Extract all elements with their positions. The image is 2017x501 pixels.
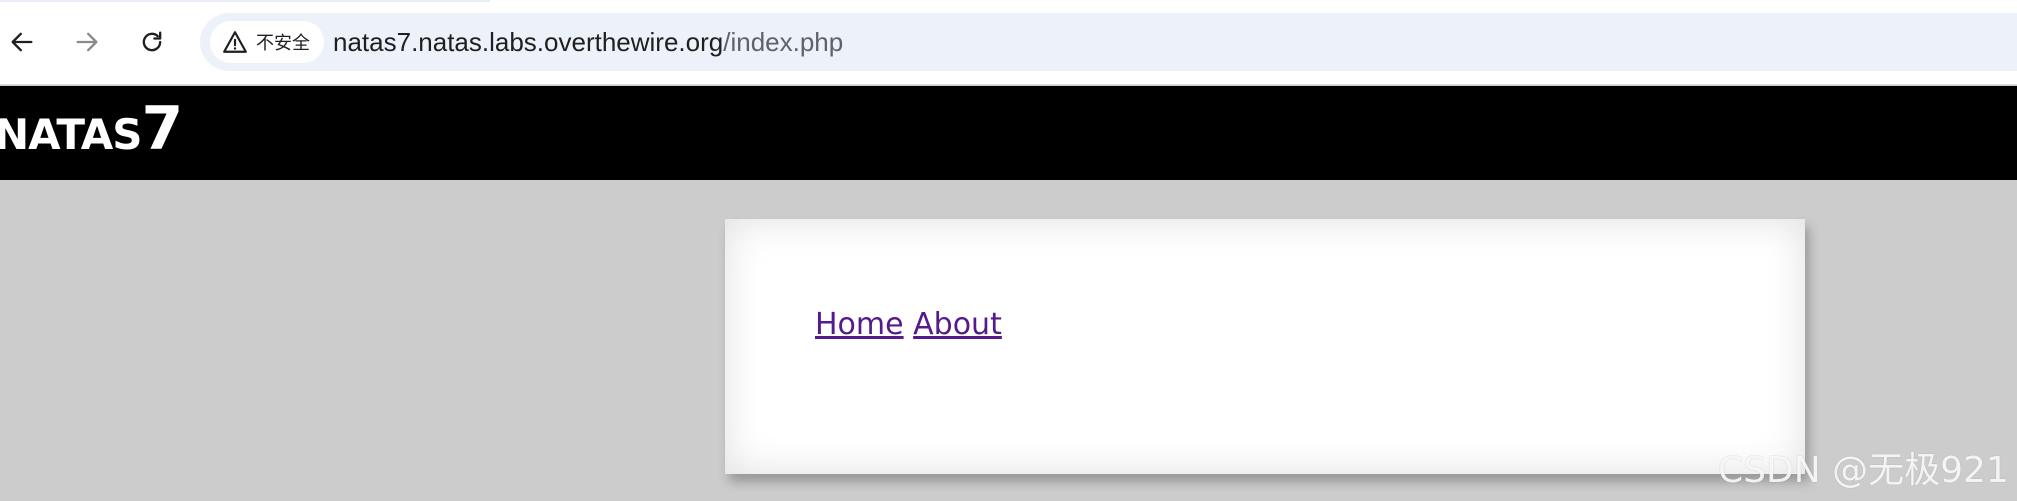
security-indicator[interactable]: 不安全 [210, 21, 324, 63]
forward-button[interactable] [67, 22, 107, 62]
arrow-right-icon [76, 32, 98, 52]
address-bar[interactable]: 不安全 natas7.natas.labs.overthewire.org/in… [200, 13, 2017, 71]
warning-icon [223, 31, 247, 53]
url-host: natas7.natas.labs.overthewire.org [333, 27, 724, 57]
arrow-left-icon [11, 32, 33, 52]
content-card: Home About [725, 219, 1805, 474]
about-link[interactable]: About [913, 307, 1002, 342]
security-label: 不安全 [256, 33, 310, 54]
tab-strip [0, 0, 490, 2]
site-header: NATAS7 [0, 86, 2017, 180]
nav-links: Home About [815, 307, 1002, 342]
site-title: NATAS7 [0, 94, 183, 164]
reload-icon [142, 31, 162, 52]
browser-toolbar: 不安全 natas7.natas.labs.overthewire.org/in… [0, 0, 2017, 85]
home-link[interactable]: Home [815, 307, 904, 342]
url-text[interactable]: natas7.natas.labs.overthewire.org/index.… [333, 13, 843, 71]
watermark: CSDN @无极921 [1718, 450, 2009, 491]
site-title-text: NATAS [0, 110, 143, 159]
url-path: /index.php [723, 27, 844, 57]
reload-button[interactable] [132, 22, 172, 62]
site-title-number: 7 [141, 94, 184, 164]
back-button[interactable] [2, 22, 42, 62]
